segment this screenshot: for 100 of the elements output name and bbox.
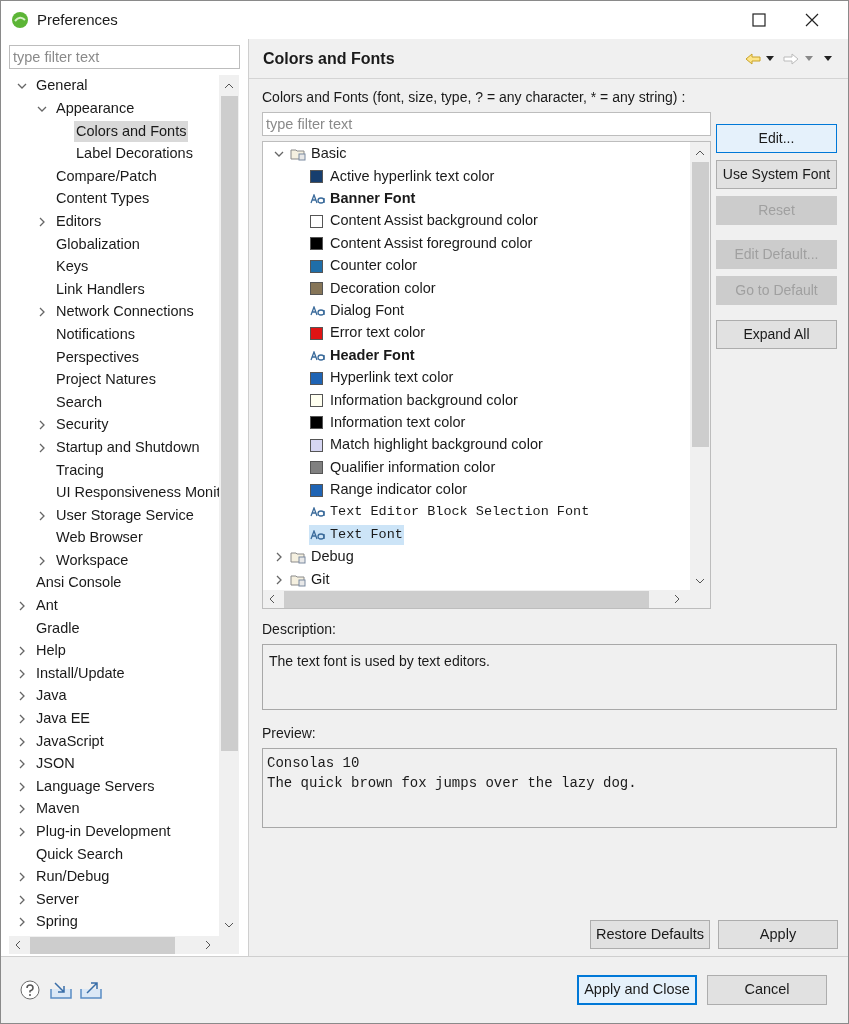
horizontal-scrollbar[interactable] [263,590,710,608]
tree-item[interactable]: Ansi Console [34,572,124,595]
list-item[interactable]: Qualifier information color [309,456,497,479]
tree-item[interactable]: Web Browser [54,527,145,550]
tree-item[interactable]: Search [54,391,104,414]
tree-item[interactable]: Java [34,685,69,708]
side-button[interactable]: Edit... [716,124,837,153]
tree-item[interactable]: Project Natures [54,369,158,391]
tree-item[interactable]: Notifications [54,323,137,346]
tree-item[interactable]: Quick Search [34,843,126,866]
tree-item[interactable]: Spring [34,911,80,934]
tree-item[interactable]: Security [54,414,111,437]
scroll-right-icon[interactable] [674,594,680,604]
folder-icon [290,147,306,162]
scroll-up-icon[interactable] [224,83,234,89]
preview-text: Consolas 10 [267,754,361,773]
list-item[interactable]: Text Font [309,524,404,545]
tree-item[interactable]: Tracing [54,459,106,482]
tree-item[interactable]: Help [34,640,68,662]
tree-item[interactable]: JavaScript [34,730,106,753]
list-item[interactable]: Range indicator color [309,479,469,501]
tree-item[interactable]: Plug-in Development [34,821,173,843]
list-item[interactable]: Active hyperlink text color [309,165,496,188]
import-icon[interactable] [50,981,72,999]
collapsed-chevron-icon[interactable] [274,574,284,585]
menu-dropdown-icon[interactable] [824,56,832,61]
tree-item[interactable]: Colors and Fonts [74,120,189,143]
tree-item[interactable]: Workspace [54,549,131,572]
vertical-scrollbar[interactable] [690,142,710,590]
tree-item[interactable]: Gradle [34,617,82,640]
scrollbar-thumb[interactable] [691,162,709,447]
tree-item[interactable]: Java EE [34,708,92,730]
tree-item[interactable]: Compare/Patch [54,165,159,188]
dropdown-icon[interactable] [766,56,774,61]
list-item[interactable]: Error text color [309,322,427,345]
tree-item[interactable]: Appearance [54,98,137,120]
restore-defaults-button[interactable]: Restore Defaults [590,920,710,949]
category-item[interactable]: Basic [311,143,347,166]
scroll-down-icon[interactable] [224,922,234,928]
dialog-button[interactable]: Apply and Close [577,975,697,1005]
tree-item[interactable]: Language Servers [34,775,157,798]
side-button[interactable]: Expand All [716,320,837,349]
list-item[interactable]: Text Editor Block Selection Font [309,502,591,523]
app-icon [11,11,29,29]
help-icon[interactable] [20,980,40,1000]
tree-item[interactable]: Keys [54,256,91,278]
filter-field[interactable]: type filter text [9,45,240,69]
tree-item[interactable]: Content Types [54,188,152,211]
scrollbar-thumb[interactable] [220,96,238,751]
preview-label: Preview: [262,724,317,743]
list-item[interactable]: Dialog Font [309,300,406,322]
tree-item[interactable]: Run/Debug [34,866,112,888]
dialog-button[interactable]: Cancel [707,975,827,1005]
tree-item[interactable]: Install/Update [34,662,127,685]
list-item[interactable]: Information background color [309,389,519,412]
tree-item[interactable]: Maven [34,798,82,821]
list-item[interactable]: Header Font [309,344,416,367]
list-item[interactable]: Banner Font [309,188,417,210]
apply-button[interactable]: Apply [718,920,838,949]
tree-item[interactable]: Server [34,888,81,911]
maximize-icon[interactable] [752,13,766,27]
tree-item[interactable]: User Storage Service [54,504,196,527]
tree-item[interactable]: Link Handlers [54,278,147,301]
collapsed-chevron-icon[interactable] [274,552,284,563]
folder-icon [290,550,306,565]
horizontal-scrollbar[interactable] [9,936,239,954]
export-icon[interactable] [80,981,102,999]
list-item[interactable]: Content Assist foreground color [309,232,534,255]
category-item[interactable]: Git [311,568,330,590]
folder-icon [290,572,306,587]
side-button[interactable]: Use System Font [716,160,837,189]
window-title: Preferences [37,9,118,30]
filter-field[interactable]: type filter text [262,112,711,136]
tree-item[interactable]: General [34,75,90,98]
scroll-left-icon[interactable] [269,594,275,604]
scroll-up-icon[interactable] [695,150,705,156]
vertical-scrollbar[interactable] [219,75,239,936]
list-item[interactable]: Match highlight background color [309,434,544,457]
list-item[interactable]: Decoration color [309,277,437,300]
tree-item[interactable]: JSON [34,753,77,775]
tree-item[interactable]: Ant [34,595,60,617]
category-item[interactable]: Debug [311,546,354,569]
page-title: Colors and Fonts [263,48,395,69]
tree-item[interactable]: Network Connections [54,301,196,324]
tree-item[interactable]: Globalization [54,233,142,256]
scrollbar-thumb[interactable] [30,936,175,954]
scroll-right-icon[interactable] [205,940,211,950]
list-item[interactable]: Information text color [309,412,467,434]
tree-item[interactable]: Perspectives [54,346,141,369]
list-item[interactable]: Counter color [309,255,419,277]
scroll-left-icon[interactable] [15,940,21,950]
scroll-down-icon[interactable] [695,578,705,584]
scrollbar-thumb[interactable] [284,590,649,608]
list-item[interactable]: Hyperlink text color [309,367,455,389]
close-icon[interactable] [805,13,819,27]
list-item[interactable]: Content Assist background color [309,210,539,233]
tree-item[interactable]: Startup and Shutdown [54,436,202,459]
filter-label: Colors and Fonts (font, size, type, ? = any character, * = any string) : [262,88,687,107]
tree-item[interactable]: Editors [54,211,104,233]
tree-item[interactable]: Label Decorations [74,143,195,165]
